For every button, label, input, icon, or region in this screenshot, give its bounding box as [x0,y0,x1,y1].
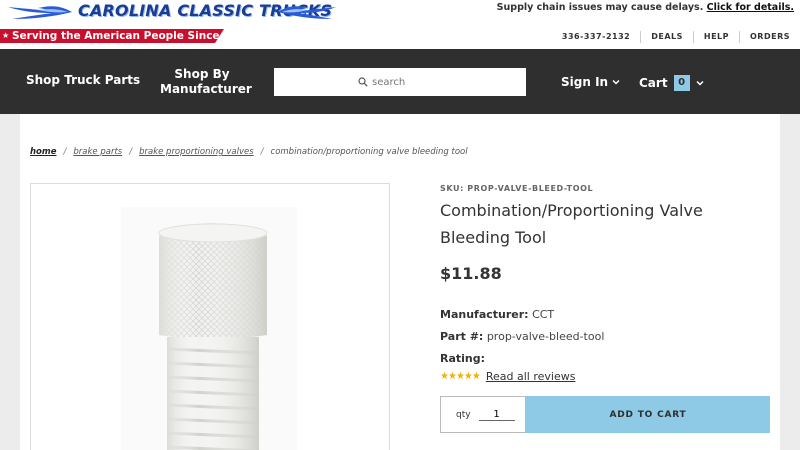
phone-link[interactable]: 336-337-2132 [552,31,640,43]
rating-label: Rating: [440,352,486,365]
breadcrumb-proportioning-valves[interactable]: brake proportioning valves [139,147,254,157]
product-title: Combination/Proportioning Valve Bleeding… [440,201,703,247]
read-reviews-link[interactable]: Read all reviews [486,370,576,383]
breadcrumb-current: combination/proportioning valve bleeding… [270,147,468,157]
part-number-label: Part #: [440,330,484,343]
rating-stars: ★★★★★ [440,371,481,382]
product-image [121,207,297,450]
chevron-down-icon [612,79,620,85]
help-link[interactable]: HELP [692,31,739,43]
product-sku: SKU: PROP-VALVE-BLEED-TOOL [440,184,594,193]
utility-nav: 336-337-2132 DEALS HELP ORDERS [552,26,800,48]
star-icon: ★ [463,371,473,382]
add-to-cart-form: qty ADD TO CART [440,396,770,433]
manufacturer-label: Manufacturer: [440,308,529,321]
top-strip: CAROLINA CLASSIC TRUCKS ★ Serving the Am… [0,0,800,49]
supply-notice-text: Supply chain issues may cause delays. [496,2,704,13]
sign-in-label: Sign In [561,75,609,89]
manufacturer-value: CCT [532,308,555,321]
shop-by-manufacturer-link[interactable]: Shop By Manufacturer [160,67,252,97]
cart-menu[interactable]: Cart 0 [639,75,704,91]
quantity-box: qty [440,396,526,433]
product-price: $11.88 [440,264,502,283]
star-icon: ★ [455,371,465,382]
breadcrumb-separator: / [260,147,264,157]
flame-right-icon [278,6,336,19]
part-number-value: prop-valve-bleed-tool [486,330,605,343]
manufacturer-row: Manufacturer: CCT [440,308,770,321]
search-icon [358,77,368,87]
sign-in-menu[interactable]: Sign In [561,75,620,89]
part-number-row: Part #: prop-valve-bleed-tool [440,330,770,343]
star-icon: ★ [471,371,481,382]
product-info: SKU: PROP-VALVE-BLEED-TOOL Combination/P… [440,184,770,383]
rating-row: ★★★★★ Read all reviews [440,370,770,383]
breadcrumb: home / brake parts / brake proportioning val… [30,147,468,157]
search-input[interactable] [372,76,442,88]
shop-truck-parts-link[interactable]: Shop Truck Parts [26,73,140,87]
product-page: home / brake parts / brake proportioning val… [20,114,780,450]
cart-label: Cart [639,76,668,90]
star-icon: ★ [447,371,457,382]
deals-link[interactable]: DEALS [640,31,693,43]
orders-link[interactable]: ORDERS [739,31,800,43]
tagline-banner: ★ Serving the American People Since 2002 [0,29,224,43]
product-image-frame[interactable] [30,183,390,450]
main-nav: Shop Truck Parts Shop By Manufacturer Si… [0,49,800,114]
breadcrumb-home[interactable]: home [30,147,57,157]
tagline-text: Serving the American People Since 2002 [12,30,253,42]
chevron-down-icon [696,80,704,86]
star-icon: ★ [2,31,10,40]
breadcrumb-separator: / [63,147,67,157]
breadcrumb-separator: / [129,147,133,157]
cart-count-badge: 0 [673,75,690,91]
quantity-label: qty [456,409,471,420]
add-to-cart-button[interactable]: ADD TO CART [526,396,770,433]
supply-details-link[interactable]: Click for details. [707,2,794,13]
search-box[interactable] [274,68,526,96]
star-icon: ★ [440,371,449,382]
supply-notice: Supply chain issues may cause delays. Cl… [497,2,794,13]
logo[interactable]: CAROLINA CLASSIC TRUCKS [8,1,336,23]
quantity-input[interactable] [478,408,515,421]
flame-left-icon [8,6,72,19]
breadcrumb-brake-parts[interactable]: brake parts [73,147,122,157]
